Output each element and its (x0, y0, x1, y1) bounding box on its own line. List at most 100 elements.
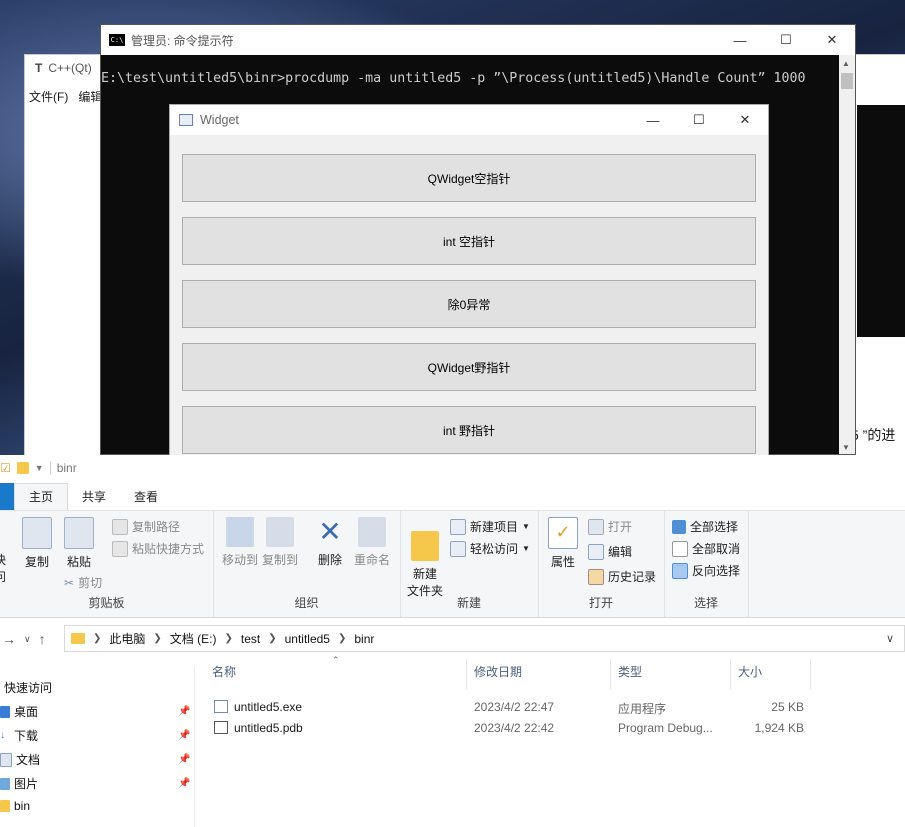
int-null-pointer-button[interactable]: int 空指针 (182, 217, 756, 265)
column-type[interactable]: 类型 (618, 663, 642, 680)
window-icon (179, 114, 193, 126)
pin-quick-access-button[interactable]: 快 问 (0, 551, 12, 585)
column-date[interactable]: 修改日期 (474, 663, 522, 680)
cut-button[interactable]: ✂ 剪切 (64, 574, 102, 591)
properties-button[interactable]: ✓ 属性 (542, 517, 584, 570)
column-name[interactable]: 名称 (212, 663, 236, 680)
group-select: 全部选择 全部取消 反向选择 选择 (664, 511, 749, 617)
scroll-thumb[interactable] (841, 73, 853, 89)
forward-icon[interactable]: → (2, 631, 16, 647)
tab-share[interactable]: 共享 (68, 484, 120, 510)
history-button[interactable]: 历史记录 (588, 568, 656, 585)
rename-icon (358, 517, 386, 547)
paste-shortcut-button[interactable]: 粘贴快捷方式 (112, 540, 204, 557)
folder-icon (71, 633, 85, 644)
divide-by-zero-button[interactable]: 除0异常 (182, 280, 756, 328)
edit-button[interactable]: 编辑 (588, 543, 632, 560)
move-to-icon (226, 517, 254, 547)
documents-icon (0, 752, 12, 767)
sort-up-icon: ⌃ (332, 655, 340, 665)
column-size[interactable]: 大小 (738, 663, 762, 680)
maximize-icon[interactable]: ☐ (763, 25, 809, 55)
file-date: 2023/4/2 22:47 (474, 700, 555, 714)
menu-file[interactable]: 文件(F) (29, 88, 68, 105)
widget-titlebar[interactable]: Widget — ☐ ✕ (170, 105, 768, 135)
select-all-button[interactable]: 全部选择 (672, 518, 738, 535)
history-icon (588, 568, 604, 585)
recent-dropdown-icon[interactable]: ∨ (24, 634, 31, 645)
maximize-icon[interactable]: ☐ (676, 105, 722, 135)
pin-icon: 📌 (178, 778, 191, 789)
up-arrow-icon[interactable]: ↑ (39, 631, 46, 647)
properties-icon: ✓ (548, 517, 578, 549)
scissors-icon: ✂ (64, 575, 75, 590)
nav-downloads[interactable]: ↓ 下载 📌 (0, 727, 194, 744)
nav-quick-access[interactable]: 快速访问 (0, 679, 194, 696)
minimize-icon[interactable]: — (630, 105, 676, 135)
rename-button[interactable]: 重命名 (351, 517, 393, 568)
breadcrumb-test[interactable]: test (241, 632, 260, 646)
pin-icon: 📌 (178, 730, 191, 741)
editor-title: T C++(Qt) (35, 61, 92, 75)
file-tab[interactable] (0, 483, 14, 510)
editor-app-icon: T (35, 61, 43, 75)
copy-to-button[interactable]: 复制到 (259, 517, 301, 568)
editor-dark-panel (857, 105, 905, 337)
nav-bin[interactable]: bin (0, 799, 194, 813)
scroll-down-icon[interactable]: ▼ (842, 443, 850, 452)
group-label: 选择 (693, 596, 718, 610)
file-row[interactable]: untitled5.pdb 2023/4/2 22:42 Program Deb… (212, 718, 812, 738)
tab-view[interactable]: 查看 (120, 484, 172, 510)
nav-pictures[interactable]: 图片 📌 (0, 775, 194, 792)
address-box[interactable]: ❯ 此电脑 ❯ 文档 (E:) ❯ test ❯ untitled5 ❯ bin… (64, 625, 905, 652)
file-row[interactable]: untitled5.exe 2023/4/2 22:47 应用程序 25 KB (212, 697, 812, 717)
chevron-down-icon[interactable]: ∨ (886, 632, 894, 645)
dropdown-icon[interactable]: ▼ (35, 463, 44, 473)
ribbon-tabs: 主页 共享 查看 (0, 482, 905, 511)
copy-path-button[interactable]: 复制路径 (112, 518, 180, 535)
cmd-scrollbar[interactable]: ▲ ▼ (839, 55, 855, 454)
copy-button[interactable]: 复制 (16, 517, 58, 570)
new-item-button[interactable]: 新建项目 ▼ (450, 518, 530, 535)
delete-x-icon: ✕ (318, 516, 342, 547)
widget-window[interactable]: Widget — ☐ ✕ QWidget空指针 int 空指针 除0异常 QWi… (169, 104, 769, 460)
pdb-file-icon (214, 721, 228, 734)
group-label: 组织 (294, 596, 319, 610)
minimize-icon[interactable]: — (717, 25, 763, 55)
int-wild-pointer-button[interactable]: int 野指针 (182, 406, 756, 454)
menu-edit[interactable]: 编辑 (78, 88, 102, 105)
file-type: 应用程序 (618, 702, 667, 716)
download-icon: ↓ (0, 729, 10, 742)
delete-button[interactable]: ✕ 删除 (309, 517, 351, 568)
move-to-button[interactable]: 移动到 (219, 517, 261, 568)
qwidget-wild-pointer-button[interactable]: QWidget野指针 (182, 343, 756, 391)
close-icon[interactable]: ✕ (722, 105, 768, 135)
group-clipboard: 快 问 复制 粘贴 复制路径 粘贴快捷方式 ✂剪切 剪贴板 (0, 511, 214, 617)
qwidget-null-pointer-button[interactable]: QWidget空指针 (182, 154, 756, 202)
open-icon (588, 518, 604, 535)
invert-selection-button[interactable]: 反向选择 (672, 562, 740, 579)
new-folder-button[interactable]: 新建 文件夹 (404, 517, 446, 599)
new-item-icon (450, 518, 466, 535)
close-icon[interactable]: ✕ (809, 25, 855, 55)
cmd-titlebar[interactable]: C:\ 管理员: 命令提示符 — ☐ ✕ (101, 25, 855, 55)
widget-title: Widget (200, 113, 239, 127)
file-explorer[interactable]: ☑ ▼ binr 主页 共享 查看 快 问 复制 粘贴 复制路径 粘贴快捷 (0, 455, 905, 827)
paste-button[interactable]: 粘贴 (58, 517, 100, 570)
breadcrumb-binr[interactable]: binr (354, 632, 374, 646)
nav-desktop[interactable]: 桌面 📌 (0, 703, 194, 720)
breadcrumb-drive[interactable]: 文档 (E:) (170, 630, 217, 647)
select-none-button[interactable]: 全部取消 (672, 540, 740, 557)
nav-documents[interactable]: 文档 📌 (0, 751, 194, 768)
address-bar-row: → ∨ ↑ ❯ 此电脑 ❯ 文档 (E:) ❯ test ❯ untitled5… (0, 625, 905, 653)
tab-home[interactable]: 主页 (14, 483, 69, 510)
breadcrumb-untitled5[interactable]: untitled5 (285, 632, 330, 646)
scroll-up-icon[interactable]: ▲ (842, 59, 850, 68)
breadcrumb-this-pc[interactable]: 此电脑 (109, 630, 145, 647)
open-button[interactable]: 打开 (588, 518, 632, 535)
quick-access-toolbar: ☑ ▼ binr (0, 455, 905, 481)
copy-icon (22, 517, 52, 549)
easy-access-button[interactable]: 轻松访问 ▼ (450, 540, 530, 557)
navigation-pane: 快速访问 桌面 📌 ↓ 下载 📌 文档 📌 图片 📌 bin (0, 667, 195, 827)
checkbox-icon[interactable]: ☑ (0, 461, 11, 475)
